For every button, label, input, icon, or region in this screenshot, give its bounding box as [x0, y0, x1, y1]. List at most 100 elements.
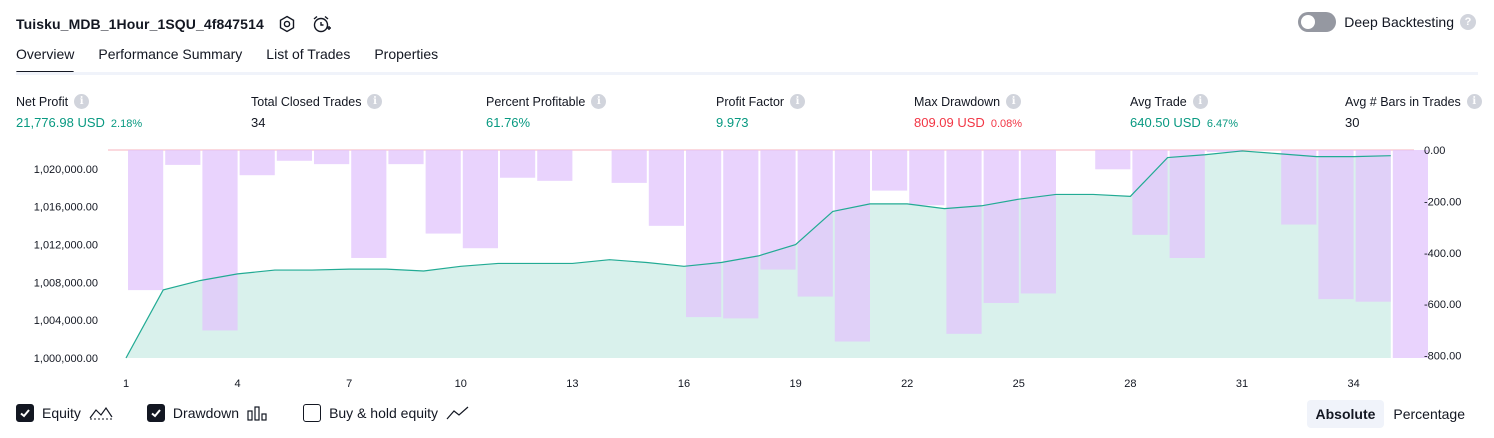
metric-label: Max Drawdown [914, 94, 1001, 109]
metric-value: 61.76% [486, 115, 531, 130]
metric-label: Net Profit [16, 94, 69, 109]
x-axis-tick-label: 7 [346, 378, 352, 390]
legend-buy-hold-label: Buy & hold equity [329, 405, 439, 421]
tab-bar: Overview Performance Summary List of Tra… [16, 46, 462, 74]
drawdown-bar [239, 150, 275, 176]
drawdown-bar [462, 150, 498, 249]
right-axis-tick-label: -800.00 [1424, 351, 1461, 363]
x-axis-tick-label: 34 [1347, 378, 1359, 390]
scale-toggle: Absolute Percentage [1306, 400, 1475, 428]
info-icon[interactable]: i [1466, 94, 1482, 109]
legend-drawdown[interactable]: Drawdown [146, 404, 269, 422]
equity-drawdown-chart[interactable]: 1,000,000.00 1,004,000.00 1,008,000.00 1,01… [0, 138, 1494, 396]
drawdown-bar [537, 150, 573, 181]
drawdown-bar [1355, 150, 1391, 302]
metric-label: Avg # Bars in Trades [1345, 94, 1461, 109]
y-axis-tick-label: 1,000,000.00 [34, 353, 98, 365]
drawdown-bar [351, 150, 387, 258]
x-axis-tick-label: 1 [123, 378, 129, 390]
drawdown-bar [1392, 150, 1428, 358]
metric-avg-trade: Avg Trade i 640.50 USD 6.47% [1130, 94, 1238, 130]
drawdown-bar [425, 150, 461, 234]
x-axis-tick-label: 28 [1124, 378, 1136, 390]
drawdown-bar [1020, 150, 1056, 294]
legend-buy-hold[interactable]: Buy & hold equity [303, 404, 470, 422]
help-icon[interactable]: ? [1460, 14, 1476, 30]
deep-backtesting-label: Deep Backtesting [1344, 14, 1454, 30]
tab-performance-summary[interactable]: Performance Summary [98, 46, 242, 74]
metric-net-profit: Net Profit i 21,776.98 USD 2.18% [16, 94, 142, 130]
metric-value: 809.09 USD [914, 115, 985, 130]
metric-value: 640.50 USD [1130, 115, 1201, 130]
trend-line-icon [446, 405, 470, 421]
y-axis-tick-label: 1,016,000.00 [34, 202, 98, 214]
y-axis-tick-label: 1,012,000.00 [34, 240, 98, 252]
bar-chart-icon [247, 405, 269, 421]
drawdown-bar [276, 150, 312, 161]
drawdown-bar [686, 150, 722, 318]
right-axis-tick-label: -400.00 [1424, 248, 1461, 260]
add-alert-icon[interactable] [310, 13, 332, 35]
metric-value: 9.973 [716, 115, 749, 130]
metric-label: Profit Factor [716, 94, 785, 109]
metric-label: Percent Profitable [486, 94, 586, 109]
x-axis-tick-label: 10 [455, 378, 467, 390]
tab-divider [16, 72, 1478, 75]
equity-line-icon [89, 405, 113, 421]
info-icon[interactable]: i [367, 94, 383, 109]
info-icon[interactable]: i [790, 94, 806, 109]
drawdown-bar [723, 150, 759, 319]
deep-backtesting: Deep Backtesting ? [1298, 12, 1476, 32]
tab-list-of-trades[interactable]: List of Trades [266, 46, 350, 74]
metric-avg-bars: Avg # Bars in Trades i 30 [1345, 94, 1482, 130]
drawdown-bar [314, 150, 350, 165]
y-axis-tick-label: 1,008,000.00 [34, 277, 98, 289]
drawdown-bar [872, 150, 908, 191]
info-icon[interactable]: i [1192, 94, 1208, 109]
chart-legend: Equity Drawdown Buy & hold equity [16, 404, 504, 422]
drawdown-bar [1095, 150, 1131, 170]
percentage-button[interactable]: Percentage [1384, 400, 1474, 428]
drawdown-bar [1281, 150, 1317, 225]
settings-icon[interactable] [276, 13, 298, 35]
drawdown-bar [946, 150, 982, 334]
y-axis-tick-label: 1,004,000.00 [34, 315, 98, 327]
drawdown-bar [983, 150, 1019, 303]
equity-checkbox[interactable] [16, 404, 34, 422]
buy-hold-checkbox[interactable] [303, 404, 322, 422]
metric-label: Total Closed Trades [251, 94, 362, 109]
deep-backtesting-toggle[interactable] [1298, 12, 1337, 32]
metric-percent-profitable: Percent Profitable i 61.76% [486, 94, 607, 130]
metric-percent: 6.47% [1206, 118, 1239, 130]
metric-percent: 0.08% [990, 118, 1023, 130]
metric-label: Avg Trade [1130, 94, 1187, 109]
tab-overview[interactable]: Overview [16, 46, 75, 74]
absolute-button[interactable]: Absolute [1306, 400, 1385, 428]
legend-equity[interactable]: Equity [16, 404, 113, 422]
drawdown-checkbox[interactable] [146, 404, 165, 422]
x-axis-tick-label: 22 [901, 378, 913, 390]
info-icon[interactable]: i [1006, 94, 1022, 109]
metric-profit-factor: Profit Factor i 9.973 [716, 94, 806, 130]
metric-percent: 2.18% [110, 118, 143, 130]
right-axis-tick-label: -600.00 [1424, 299, 1461, 311]
drawdown-bar [128, 150, 164, 291]
drawdown-bar [165, 150, 201, 165]
legend-drawdown-label: Drawdown [172, 405, 240, 421]
legend-equity-label: Equity [42, 405, 81, 421]
x-axis-tick-label: 4 [235, 378, 241, 390]
tab-properties[interactable]: Properties [374, 46, 438, 74]
metric-value: 34 [251, 115, 266, 130]
header: Tuisku_MDB_1Hour_1SQU_4f847514 [16, 10, 332, 38]
drawdown-bar [611, 150, 647, 183]
strategy-title: Tuisku_MDB_1Hour_1SQU_4f847514 [16, 16, 264, 32]
drawdown-bar [1318, 150, 1354, 300]
x-axis-tick-label: 16 [678, 378, 690, 390]
x-axis-tick-label: 19 [789, 378, 801, 390]
drawdown-bar [500, 150, 536, 178]
info-icon[interactable]: i [591, 94, 607, 109]
metric-value: 30 [1345, 115, 1360, 130]
info-icon[interactable]: i [74, 94, 90, 109]
drawdown-bar [1169, 150, 1205, 258]
metric-value: 21,776.98 USD [16, 115, 105, 130]
